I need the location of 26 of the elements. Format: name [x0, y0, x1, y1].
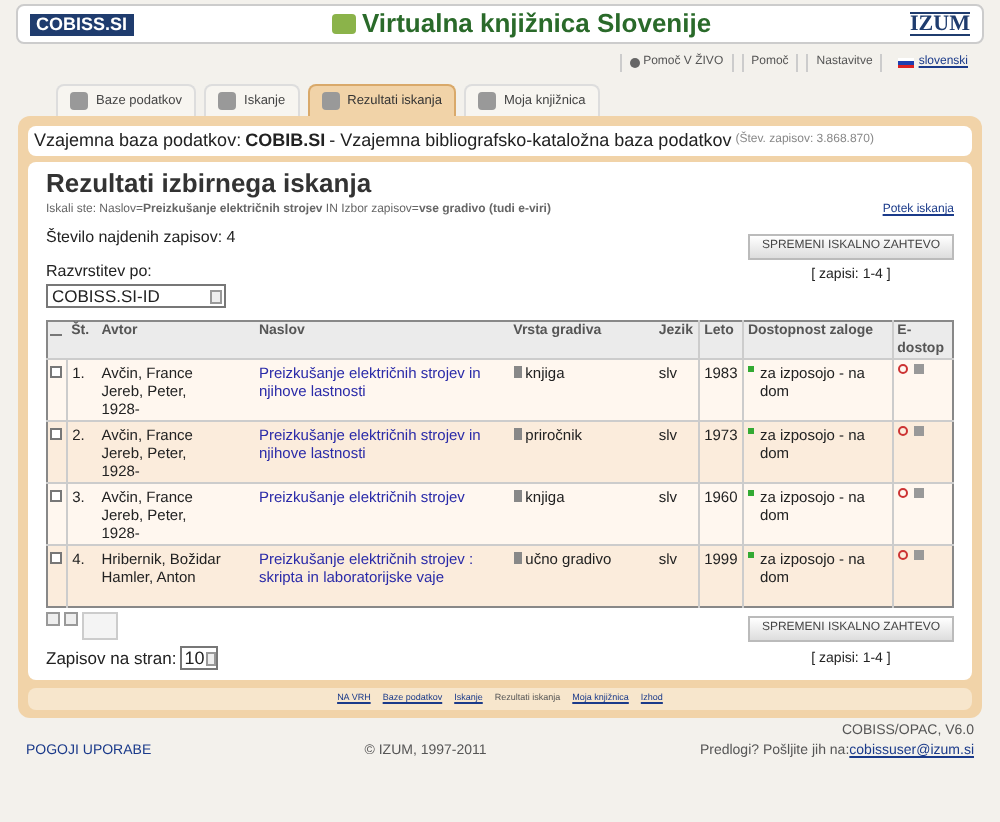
per-page-dropdown[interactable]: 10: [180, 646, 219, 671]
no-access-icon: [897, 364, 908, 374]
tab-icon: [70, 92, 88, 110]
tab-icon: [321, 92, 340, 110]
records-found: Število najdenih zapisov: 4: [46, 226, 236, 250]
cobiss-logo: COBISS.SI: [30, 13, 134, 35]
no-access-icon: [897, 488, 908, 498]
sort-label: Razvrstitev po:: [46, 260, 154, 284]
sort-dropdown[interactable]: COBISS.SI-ID: [46, 284, 226, 308]
tab-icon: [477, 92, 496, 110]
flag-icon: [898, 57, 915, 67]
izum-logo: IZUM: [910, 12, 970, 36]
row-checkbox[interactable]: [50, 490, 62, 502]
database-name: COBIB.SI: [245, 127, 326, 154]
per-page-label: Zapisov na stran:: [46, 646, 177, 672]
database-description: - Vzajemna bibliografsko-kataložna baza podatkov: [329, 127, 732, 154]
tab-icon: [218, 92, 237, 110]
logo-icon: [331, 14, 356, 34]
no-access-icon: [897, 550, 908, 560]
row-checkbox[interactable]: [50, 428, 62, 440]
results-title: Rezultati izbirnega iskanja: [46, 168, 374, 200]
row-checkbox[interactable]: [50, 552, 62, 564]
database-label: Vzajemna baza podatkov:: [34, 127, 242, 154]
no-access-icon: [897, 426, 908, 436]
row-checkbox[interactable]: [50, 366, 62, 378]
site-title: Virtualna knjižnica Slovenije: [361, 6, 712, 43]
